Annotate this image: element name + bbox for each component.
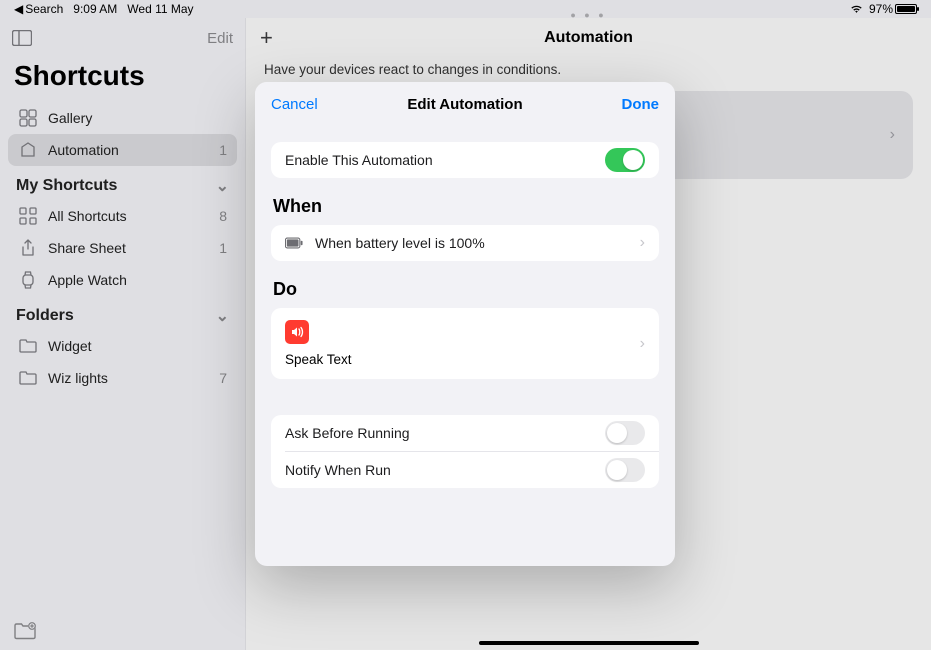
ask-before-running-toggle[interactable]	[605, 421, 645, 445]
notify-when-run-label: Notify When Run	[285, 462, 605, 478]
chevron-right-icon: ›	[640, 234, 645, 252]
do-header: Do	[273, 279, 657, 300]
speaker-icon	[285, 320, 309, 344]
battery-icon	[285, 234, 303, 252]
done-button[interactable]: Done	[622, 96, 660, 113]
when-condition-row[interactable]: When battery level is 100% ›	[271, 225, 659, 261]
when-header: When	[273, 196, 657, 217]
enable-automation-label: Enable This Automation	[285, 152, 605, 168]
do-action-row[interactable]: Speak Text ›	[271, 308, 659, 379]
when-condition-label: When battery level is 100%	[315, 235, 645, 251]
ask-before-running-label: Ask Before Running	[285, 425, 605, 441]
modal-title: Edit Automation	[255, 96, 675, 113]
edit-automation-modal: Cancel Edit Automation Done Enable This …	[255, 82, 675, 566]
chevron-right-icon: ›	[640, 335, 645, 353]
cancel-button[interactable]: Cancel	[271, 96, 318, 113]
do-action-label: Speak Text	[285, 352, 645, 367]
notify-when-run-toggle[interactable]	[605, 458, 645, 482]
enable-automation-toggle[interactable]	[605, 148, 645, 172]
